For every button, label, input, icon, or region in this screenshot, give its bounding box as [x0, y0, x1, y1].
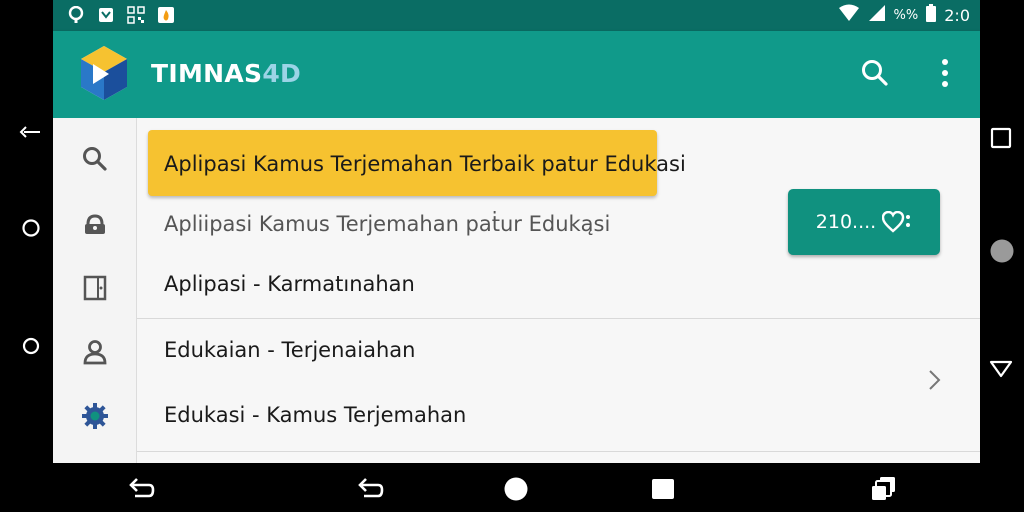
system-status: %% 2:0	[838, 4, 970, 26]
qr-icon	[127, 6, 145, 24]
divider	[137, 318, 980, 319]
home-dot-icon[interactable]	[989, 238, 1015, 264]
triangle-down-icon[interactable]	[988, 358, 1014, 380]
circle-icon[interactable]	[20, 335, 42, 357]
back-icon[interactable]	[127, 475, 155, 503]
list-item[interactable]: Apliipasi Kamus Terjemahan paṫur Edukąsi	[164, 212, 610, 236]
fire-icon	[157, 6, 175, 24]
left-system-buttons	[0, 0, 53, 512]
search-button[interactable]	[855, 53, 895, 93]
rail-search-button[interactable]	[78, 142, 112, 176]
rail-profile-button[interactable]	[78, 335, 112, 369]
signal-icon	[868, 4, 886, 26]
right-system-buttons	[980, 0, 1024, 512]
home-icon[interactable]	[502, 475, 530, 503]
rail-lock-button[interactable]	[78, 208, 112, 242]
content-area: Aplipasi Kamus Terjemahan Terbaik patur …	[53, 118, 980, 463]
chevron-right-icon[interactable]	[925, 368, 945, 392]
circle-icon[interactable]	[20, 217, 42, 239]
heart-icon	[882, 211, 911, 233]
more-vert-icon	[942, 59, 948, 87]
back-arrow-icon[interactable]	[18, 124, 42, 140]
navigation-rail	[53, 118, 137, 463]
rail-door-button[interactable]	[78, 271, 112, 305]
divider	[137, 451, 980, 452]
overview-square-icon[interactable]	[649, 475, 677, 503]
action-chip-label: 210....	[815, 211, 877, 233]
location-pin-icon	[67, 6, 85, 24]
person-icon	[83, 340, 107, 365]
translation-list: Aplipasi Kamus Terjemahan Terbaik patur …	[137, 118, 980, 463]
clock: 2:0	[944, 5, 970, 25]
system-navigation-bar	[0, 463, 1024, 512]
app-bar: TIMNAS4D	[53, 31, 980, 118]
back-icon[interactable]	[356, 475, 384, 503]
status-bar: %% 2:0	[53, 0, 980, 31]
action-chip-button[interactable]: 210....	[788, 189, 940, 255]
battery-icon	[926, 4, 937, 26]
door-icon	[83, 275, 107, 301]
app-logo	[79, 44, 129, 102]
battery-percent: %%	[893, 7, 919, 23]
list-item[interactable]: Edukasi - Kamus Terjemahan	[164, 403, 466, 427]
pocket-icon	[97, 6, 115, 24]
gear-icon	[82, 403, 108, 429]
search-icon	[83, 147, 107, 171]
list-item[interactable]: Edukaian - Terjenaiahan	[164, 338, 415, 362]
search-icon	[862, 60, 888, 86]
recent-apps-icon[interactable]	[870, 475, 898, 503]
app-title: TIMNAS4D	[151, 59, 302, 88]
list-item[interactable]: Aplipasi Kamus Terjemahan Terbaik patur …	[164, 152, 686, 176]
rail-settings-button[interactable]	[78, 399, 112, 433]
notification-icons	[67, 6, 175, 24]
wifi-icon	[838, 4, 860, 26]
recents-square-icon[interactable]	[989, 126, 1013, 150]
lock-icon	[85, 214, 105, 234]
more-options-button[interactable]	[925, 53, 965, 93]
list-item[interactable]: Aplipasi - Karmatınahan	[164, 272, 415, 296]
